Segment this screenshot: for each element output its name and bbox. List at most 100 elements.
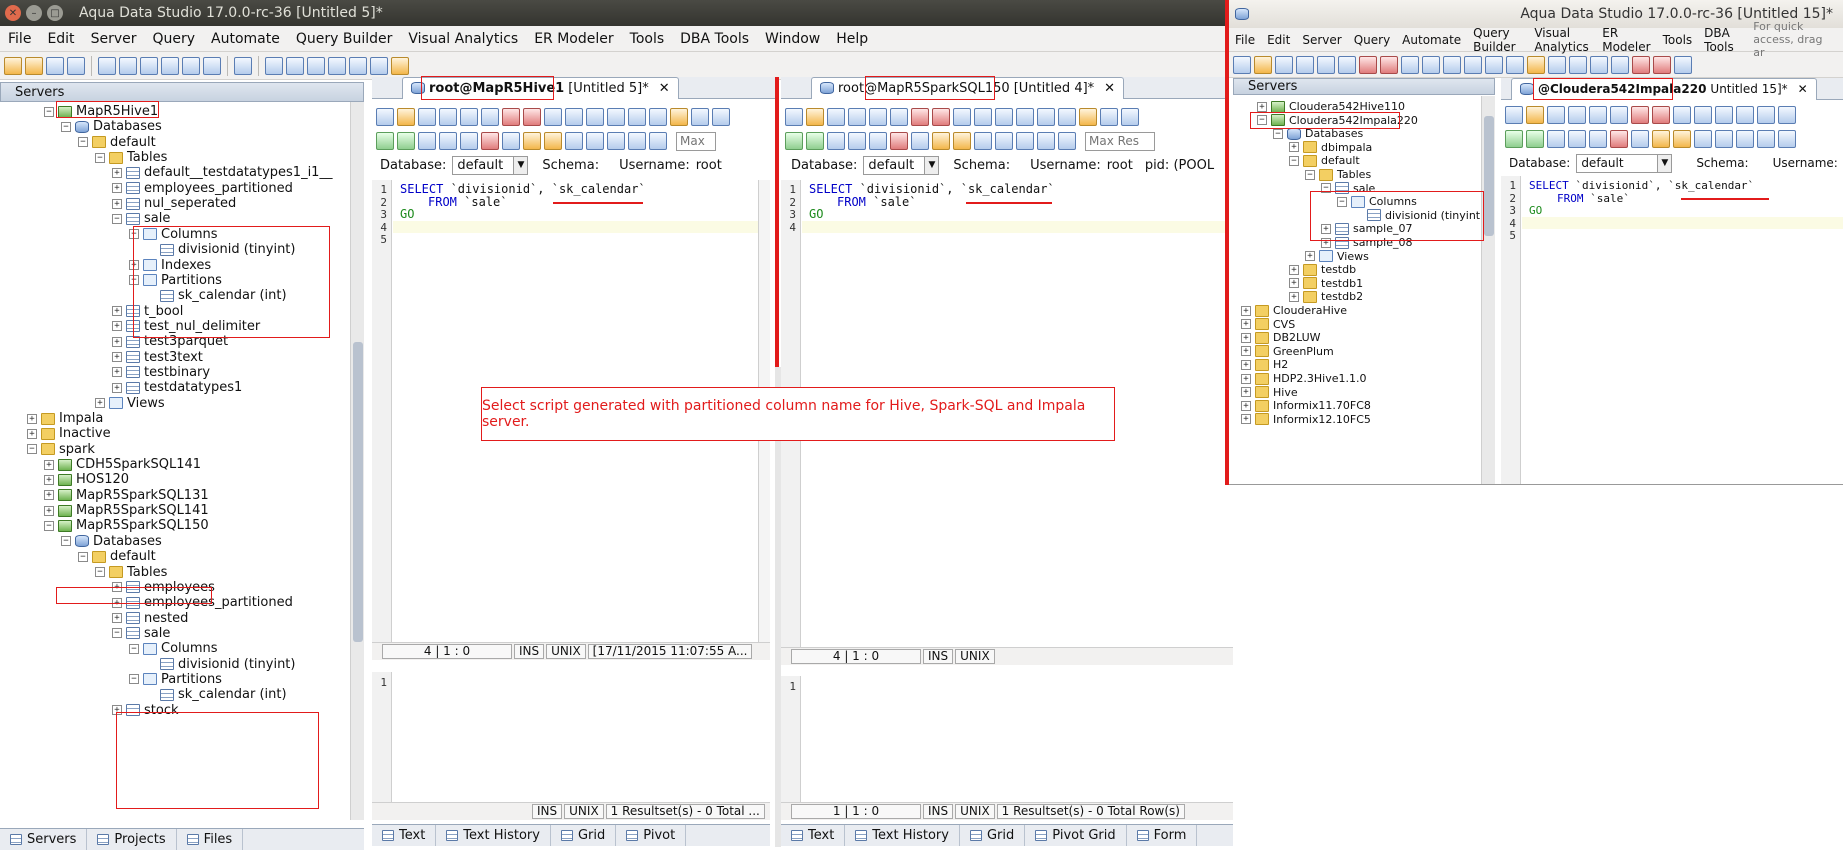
menu-item[interactable]: Help (828, 31, 876, 47)
toolbar-button-icon[interactable] (481, 108, 499, 126)
toolbar-button-icon[interactable] (1568, 130, 1586, 148)
bottom-tab[interactable]: Files (177, 829, 244, 850)
table-editor-icon[interactable] (140, 56, 158, 75)
toolbar-button-icon[interactable] (1631, 130, 1649, 148)
toolbar-button-icon[interactable] (439, 132, 457, 150)
expand-icon[interactable]: + (1241, 400, 1251, 411)
toolbar-button-icon[interactable] (1338, 55, 1356, 74)
menu-item[interactable]: Visual Analytics (1528, 26, 1596, 54)
menu-item[interactable]: Edit (1261, 33, 1296, 47)
menu-item[interactable]: Automate (1396, 33, 1467, 47)
toolbar-button-icon[interactable] (1505, 106, 1523, 124)
toolbar-button-icon[interactable] (869, 108, 887, 126)
toolbar-button-icon[interactable] (1016, 108, 1034, 126)
expand-icon[interactable]: + (44, 505, 54, 516)
toolbar-button-icon[interactable] (911, 108, 929, 126)
expand-icon[interactable]: + (1289, 264, 1299, 275)
toolbar-button-icon[interactable] (827, 132, 845, 150)
expand-icon[interactable]: + (112, 183, 122, 194)
toolbar-button-icon[interactable] (785, 108, 803, 126)
toolbar-button-icon[interactable] (785, 132, 803, 150)
toolbar-button-icon[interactable] (1527, 55, 1545, 74)
toolbar-button-icon[interactable] (607, 132, 625, 150)
new-file-icon[interactable] (234, 56, 252, 75)
expand-icon[interactable]: + (1241, 387, 1251, 398)
expand-icon[interactable]: + (1241, 319, 1251, 330)
menu-item[interactable]: Edit (39, 31, 82, 47)
toolbar-button-icon[interactable] (1589, 106, 1607, 124)
bottom-tab[interactable]: Servers (0, 829, 88, 850)
toolbar-button-icon[interactable] (418, 108, 436, 126)
right-tree-scrollbar[interactable] (1481, 96, 1495, 484)
toolbar-button-icon[interactable] (523, 132, 541, 150)
collapse-icon[interactable]: − (44, 106, 54, 117)
toolbar-button-icon[interactable] (1485, 55, 1503, 74)
layout-7-icon[interactable] (391, 56, 409, 75)
toolbar-button-icon[interactable] (1632, 55, 1650, 74)
toolbar-button-icon[interactable] (1058, 108, 1076, 126)
menu-item[interactable]: Tools (1657, 33, 1699, 47)
menu-item[interactable]: Query (1348, 33, 1396, 47)
collapse-icon[interactable]: − (95, 152, 105, 163)
toolbar-button-icon[interactable] (1778, 106, 1796, 124)
expand-icon[interactable]: + (112, 352, 122, 363)
toolbar-button-icon[interactable] (890, 132, 908, 150)
register-server-icon[interactable] (25, 56, 43, 75)
layout-6-icon[interactable] (370, 56, 388, 75)
toolbar-button-icon[interactable] (1757, 106, 1775, 124)
toolbar-button-icon[interactable] (1443, 55, 1461, 74)
layout-5-icon[interactable] (349, 56, 367, 75)
menu-item[interactable]: Visual Analytics (400, 31, 526, 47)
editor2-results-area[interactable]: 1 (781, 676, 1233, 802)
toolbar-button-icon[interactable] (502, 132, 520, 150)
toolbar-button-icon[interactable] (1296, 55, 1314, 74)
expand-icon[interactable]: + (112, 613, 122, 624)
database-select[interactable]: default ▼ (452, 155, 529, 175)
menu-item[interactable]: Automate (203, 31, 288, 47)
expand-icon[interactable]: + (112, 336, 122, 347)
toolbar-button-icon[interactable] (565, 108, 583, 126)
toolbar-button-icon[interactable] (1568, 106, 1586, 124)
bottom-tab[interactable]: Text History (436, 825, 551, 846)
toolbar-button-icon[interactable] (953, 132, 971, 150)
toolbar-button-icon[interactable] (932, 132, 950, 150)
expand-icon[interactable]: + (1241, 332, 1251, 343)
toolbar-button-icon[interactable] (565, 132, 583, 150)
toolbar-button-icon[interactable] (1037, 108, 1055, 126)
toolbar-button-icon[interactable] (523, 108, 541, 126)
toolbar-button-icon[interactable] (1653, 55, 1671, 74)
toolbar-button-icon[interactable] (1673, 106, 1691, 124)
toolbar-button-icon[interactable] (869, 132, 887, 150)
expand-icon[interactable]: + (1241, 373, 1251, 384)
expand-icon[interactable]: + (1241, 346, 1251, 357)
toolbar-button-icon[interactable] (1590, 55, 1608, 74)
collapse-icon[interactable]: − (129, 643, 139, 654)
toolbar-button-icon[interactable] (1548, 55, 1566, 74)
toolbar-button-icon[interactable] (460, 132, 478, 150)
collapse-icon[interactable]: − (27, 444, 37, 455)
toolbar-button-icon[interactable] (1100, 108, 1118, 126)
schema-icon[interactable] (182, 56, 200, 75)
close-tab-icon[interactable]: ✕ (1104, 81, 1115, 96)
expand-icon[interactable]: + (27, 413, 37, 424)
toolbar-button-icon[interactable] (1736, 106, 1754, 124)
minimize-window-icon[interactable]: – (26, 5, 42, 21)
export-icon[interactable] (203, 56, 221, 75)
left-tree-scrollbar[interactable] (350, 102, 364, 820)
toolbar-button-icon[interactable] (1505, 130, 1523, 148)
editor1-results-area[interactable]: 1 (372, 672, 758, 802)
expand-icon[interactable]: + (27, 428, 37, 439)
bottom-tab[interactable]: Grid (960, 825, 1026, 846)
bottom-tab[interactable]: Pivot Grid (1025, 825, 1127, 846)
right-sql-editor[interactable]: 1 2 3 4 5 SELECT `divisionid`, `sk_calendar` F… (1501, 176, 1843, 484)
menu-item[interactable]: Server (83, 31, 145, 47)
bottom-tab[interactable]: Projects (87, 829, 177, 850)
expand-icon[interactable]: + (1241, 414, 1251, 425)
expand-icon[interactable]: + (95, 398, 105, 409)
toolbar-button-icon[interactable] (995, 108, 1013, 126)
toolbar-button-icon[interactable] (890, 108, 908, 126)
toolbar-button-icon[interactable] (1589, 130, 1607, 148)
toolbar-button-icon[interactable] (1233, 55, 1251, 74)
collapse-icon[interactable]: − (112, 213, 122, 224)
toolbar-button-icon[interactable] (1547, 106, 1565, 124)
